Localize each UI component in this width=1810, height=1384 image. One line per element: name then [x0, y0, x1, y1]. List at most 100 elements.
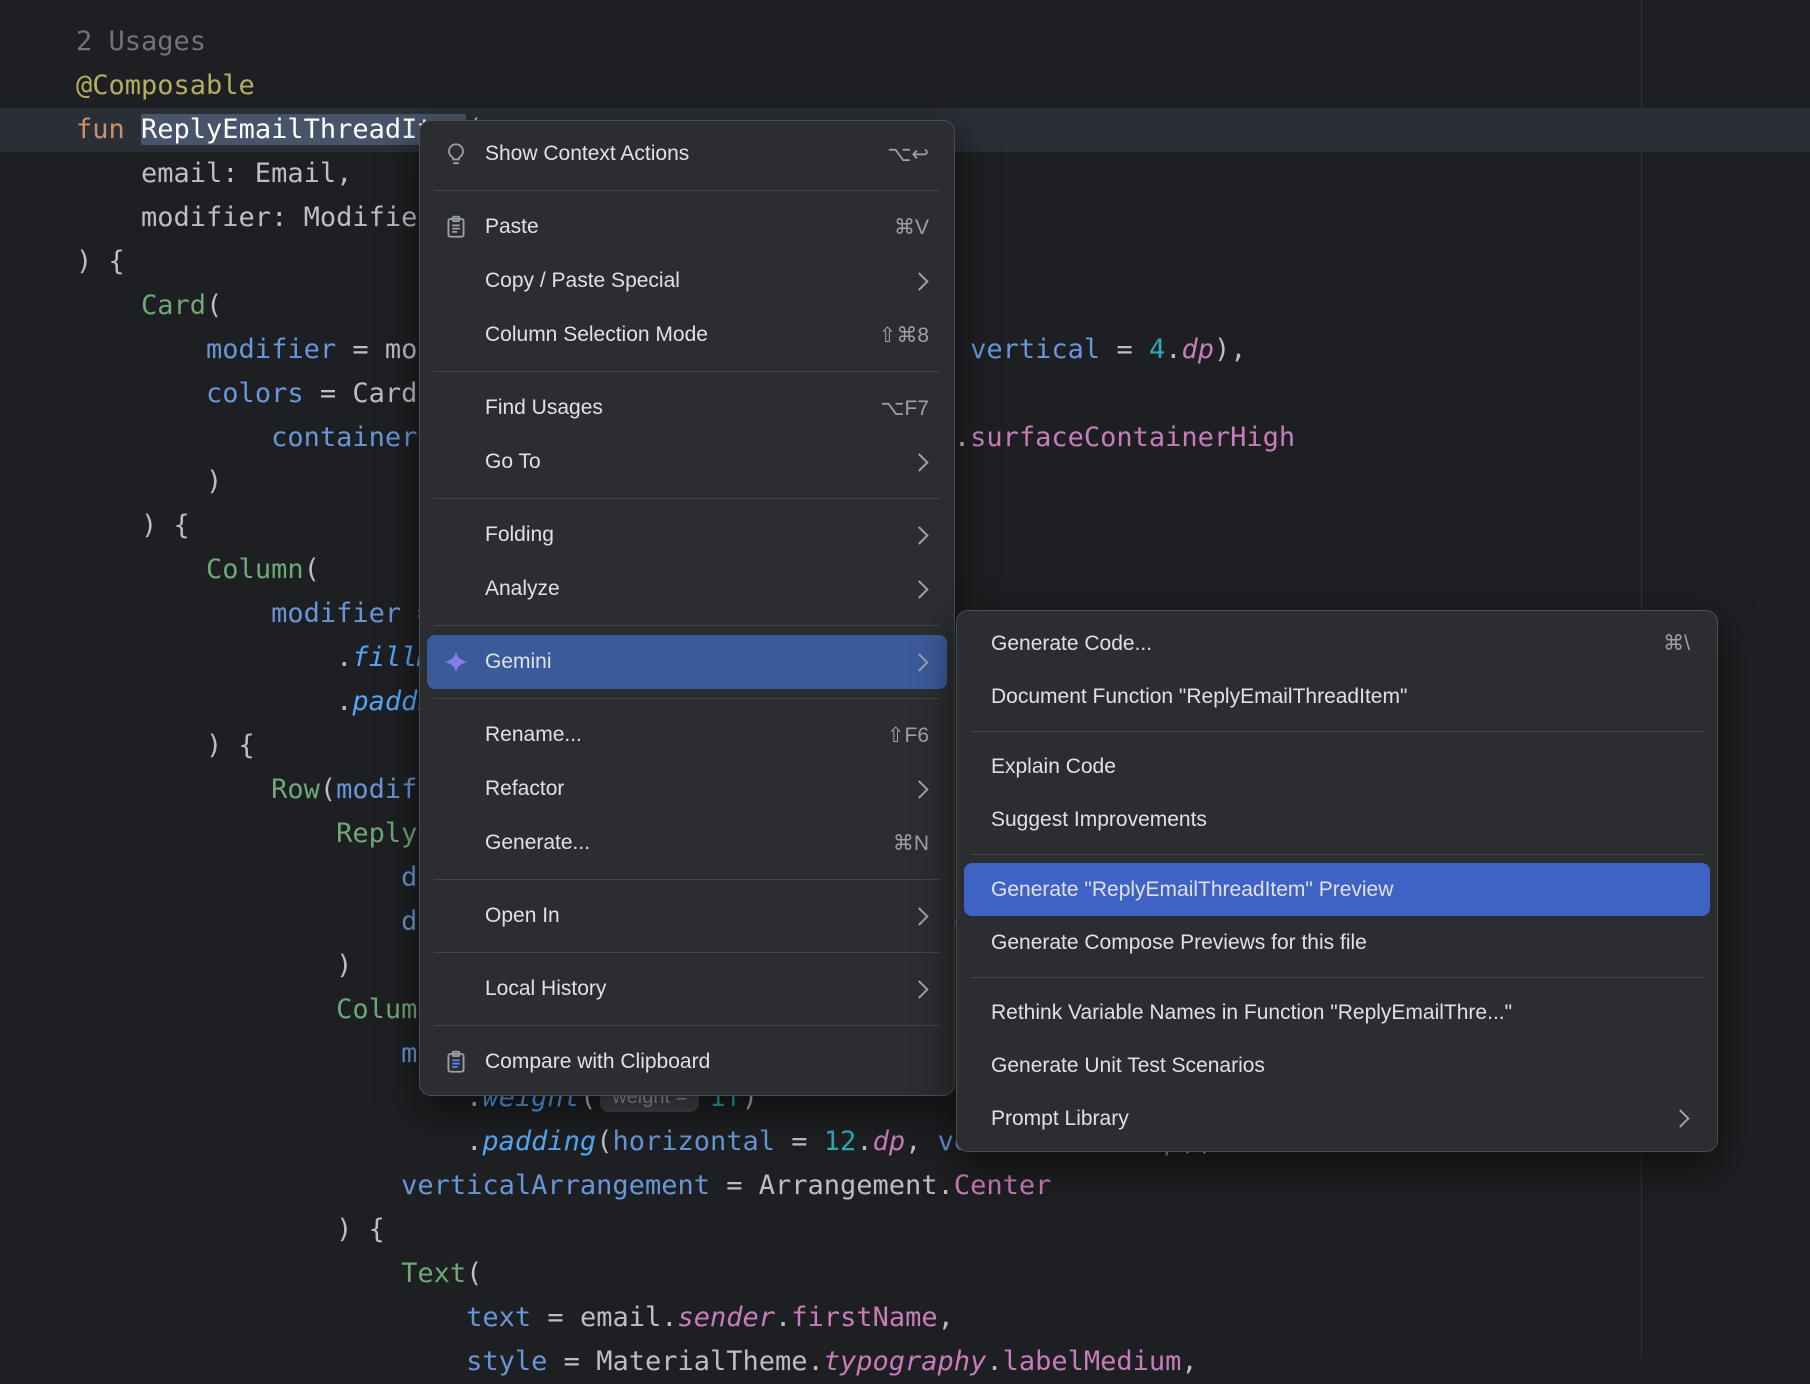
code-line[interactable]: style = MaterialTheme.typography.labelMe… [0, 1340, 1810, 1384]
icon-placeholder [441, 902, 471, 930]
code-line[interactable]: 2 Usages [0, 20, 1810, 64]
code-token [76, 1346, 466, 1377]
menu-item-local-history[interactable]: Local History [427, 962, 947, 1016]
menu-item-rename[interactable]: Rename...⇧F6 [427, 708, 947, 762]
menu-item-label: Copy / Paste Special [485, 269, 883, 293]
code-token: ), [1214, 334, 1247, 365]
lightbulb-icon [441, 140, 471, 168]
code-token: ( [320, 774, 336, 805]
code-line[interactable]: ) { [0, 1208, 1810, 1252]
menu-item-show-context-actions[interactable]: Show Context Actions ⌥↩ [427, 127, 947, 181]
code-token [76, 554, 206, 585]
menu-item-generate-code[interactable]: Generate Code...⌘\ [964, 617, 1710, 670]
code-token [76, 378, 206, 409]
menu-separator [434, 498, 940, 499]
menu-item-refactor[interactable]: Refactor [427, 762, 947, 816]
editor-context-menu: Show Context Actions ⌥↩ Paste⌘V Copy / Past… [419, 120, 955, 1096]
submenu-arrow-icon [1671, 1109, 1689, 1127]
ide-screen: 2 Usages@Composablefun ReplyEmailThreadI… [0, 0, 1810, 1358]
submenu-arrow-icon [910, 526, 928, 544]
code-token: , [1181, 1346, 1197, 1377]
gemini-icon [441, 648, 471, 676]
icon-placeholder [441, 721, 471, 749]
menu-item-find-usages[interactable]: Find Usages⌥F7 [427, 381, 947, 435]
menu-shortcut: ⌥↩ [887, 142, 929, 167]
code-token [76, 290, 141, 321]
menu-item-generate-compose-previews-for-this-file[interactable]: Generate Compose Previews for this file [964, 916, 1710, 969]
icon-placeholder [441, 775, 471, 803]
code-token: . [76, 642, 352, 673]
menu-item-suggest-improvements[interactable]: Suggest Improvements [964, 793, 1710, 846]
code-token: colors [206, 378, 304, 409]
code-token: . [76, 1126, 482, 1157]
menu-item-label: Generate... [485, 831, 863, 855]
code-token: ) [76, 950, 352, 981]
icon-placeholder [441, 829, 471, 857]
code-token [76, 862, 401, 893]
submenu-arrow-icon [910, 907, 928, 925]
menu-item-label: Suggest Improvements [991, 808, 1690, 832]
submenu-arrow-icon [910, 272, 928, 290]
code-token: Row [271, 774, 320, 805]
menu-item-paste[interactable]: Paste⌘V [427, 200, 947, 254]
menu-item-label: Prompt Library [991, 1107, 1644, 1131]
menu-item-analyze[interactable]: Analyze [427, 562, 947, 616]
code-token: firstName [791, 1302, 937, 1333]
menu-item-label: Generate Unit Test Scenarios [991, 1054, 1690, 1078]
menu-item-label: Show Context Actions [485, 142, 857, 166]
code-token [76, 994, 336, 1025]
code-token: 12 [824, 1126, 857, 1157]
menu-item-label: Explain Code [991, 755, 1690, 779]
code-token: , [905, 1126, 938, 1157]
menu-item-generate-replyemailthreaditem-preview[interactable]: Generate "ReplyEmailThreadItem" Preview [964, 863, 1710, 916]
code-token: ( [596, 1126, 612, 1157]
menu-item-compare-with-clipboard[interactable]: Compare with Clipboard [427, 1035, 947, 1089]
code-token [76, 1302, 466, 1333]
menu-item-rethink-variable-names-in-function-replyemailthre[interactable]: Rethink Variable Names in Function "Repl… [964, 986, 1710, 1039]
code-token: style [466, 1346, 547, 1377]
code-token: 4 [1149, 334, 1165, 365]
submenu-arrow-icon [910, 980, 928, 998]
menu-item-gemini[interactable]: Gemini [427, 635, 947, 689]
menu-item-label: Generate "ReplyEmailThreadItem" Preview [991, 878, 1690, 902]
code-token: padding [482, 1126, 596, 1157]
icon-placeholder [441, 267, 471, 295]
menu-item-copy-paste-special[interactable]: Copy / Paste Special [427, 254, 947, 308]
code-line[interactable]: text = email.sender.firstName, [0, 1296, 1810, 1340]
code-token [76, 1170, 401, 1201]
code-line[interactable]: @Composable [0, 64, 1810, 108]
menu-item-folding[interactable]: Folding [427, 508, 947, 562]
menu-item-generate-unit-test-scenarios[interactable]: Generate Unit Test Scenarios [964, 1039, 1710, 1092]
code-token: ) { [76, 730, 255, 761]
menu-item-label: Compare with Clipboard [485, 1050, 929, 1074]
code-token: , [938, 1302, 954, 1333]
code-token [76, 818, 336, 849]
menu-item-generate[interactable]: Generate... ⌘N [427, 816, 947, 870]
code-token: typography [824, 1346, 987, 1377]
menu-item-label: Open In [485, 904, 883, 928]
menu-item-label: Document Function "ReplyEmailThreadItem" [991, 685, 1690, 709]
icon-placeholder [441, 448, 471, 476]
menu-item-column-selection-mode[interactable]: Column Selection Mode⇧⌘8 [427, 308, 947, 362]
code-token: ) { [76, 1214, 385, 1245]
code-line[interactable]: verticalArrangement = Arrangement.Center [0, 1164, 1810, 1208]
code-token: modifier [271, 598, 401, 629]
submenu-arrow-icon [910, 780, 928, 798]
code-token: ( [206, 290, 222, 321]
code-token: ( [304, 554, 320, 585]
menu-item-label: Local History [485, 977, 883, 1001]
code-token: . [76, 686, 352, 717]
code-token: = [775, 1126, 824, 1157]
menu-shortcut: ⌘N [893, 831, 929, 856]
menu-item-open-in[interactable]: Open In [427, 889, 947, 943]
code-line[interactable]: Text( [0, 1252, 1810, 1296]
menu-item-go-to[interactable]: Go To [427, 435, 947, 489]
code-token: Center [954, 1170, 1052, 1201]
menu-item-document-function-replyemailthreaditem[interactable]: Document Function "ReplyEmailThreadItem" [964, 670, 1710, 723]
menu-item-label: Refactor [485, 777, 883, 801]
paste-icon [441, 213, 471, 241]
menu-item-explain-code[interactable]: Explain Code [964, 740, 1710, 793]
code-token: = Arrangement. [710, 1170, 954, 1201]
code-token [76, 1258, 401, 1289]
menu-item-prompt-library[interactable]: Prompt Library [964, 1092, 1710, 1145]
